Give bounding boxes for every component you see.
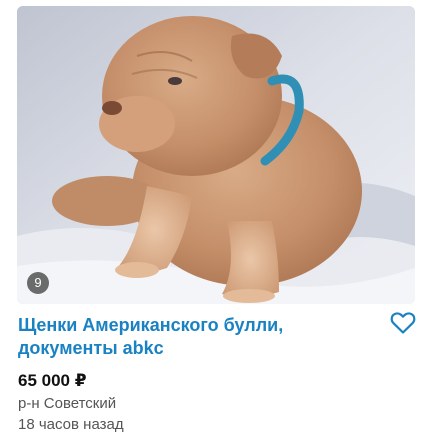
- listing-card: 9 Щенки Американского булли, документы a…: [0, 0, 422, 436]
- puppy-image: [17, 6, 415, 304]
- listing-photo[interactable]: 9: [17, 6, 415, 304]
- photo-count-badge: 9: [27, 272, 49, 294]
- listing-location: р-н Советский: [18, 395, 117, 412]
- heart-outline-icon: [390, 312, 416, 334]
- favorite-button[interactable]: [390, 311, 416, 335]
- listing-title[interactable]: Щенки Американского булли, документы abk…: [18, 314, 378, 360]
- listing-posted-time: 18 часов назад: [18, 416, 124, 433]
- listing-price: 65 000 ₽: [18, 371, 87, 390]
